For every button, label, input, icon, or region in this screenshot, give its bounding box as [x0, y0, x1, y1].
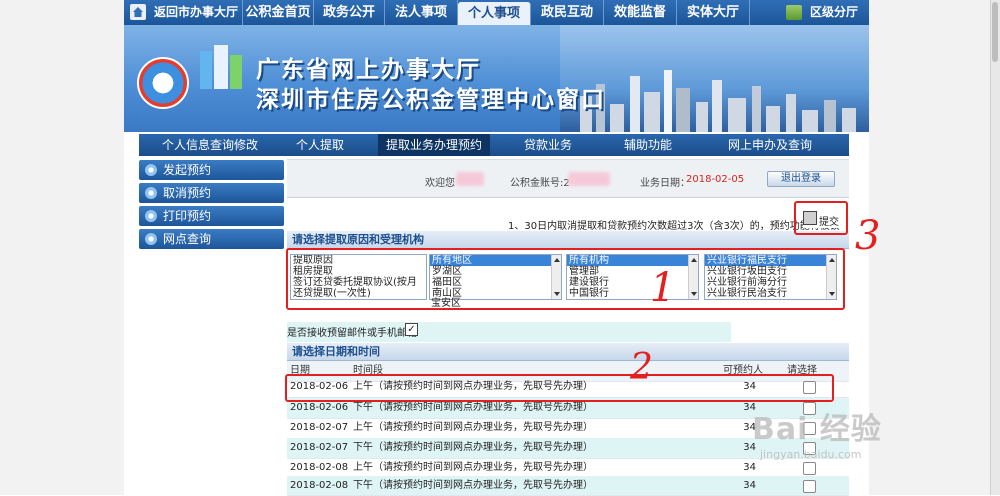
- row-period: 上午（请按预约时间到网点办理业务，先取号先办理）: [353, 462, 593, 473]
- row-date: 2018-02-07: [290, 442, 349, 453]
- subnav-personal-info[interactable]: 个人信息查询修改: [150, 134, 270, 156]
- subnav-online-application[interactable]: 网上申办及查询: [714, 134, 826, 156]
- redacted-name: [456, 172, 484, 186]
- topnav-physical-hall[interactable]: 实体大厅: [677, 0, 750, 25]
- topnav-corporate-matters[interactable]: 法人事项: [385, 0, 458, 25]
- bullet-icon: [145, 187, 157, 199]
- email-option-checkbox[interactable]: ✓: [405, 323, 418, 336]
- business-date-label: 业务日期：: [640, 178, 690, 189]
- subnav-loan-business[interactable]: 贷款业务: [510, 134, 586, 156]
- annotation-number-2: 2: [630, 347, 653, 388]
- topnav-fund-home[interactable]: 公积金首页: [243, 0, 314, 25]
- baidu-jingyan-watermark: Bai 经验 jingyan.baidu.com: [752, 404, 952, 464]
- subnav-personal-withdrawal[interactable]: 个人提取: [280, 134, 360, 156]
- left-gutter: [0, 0, 124, 495]
- row-date: 2018-02-08: [290, 480, 349, 491]
- topnav-public-affairs[interactable]: 政务公开: [314, 0, 385, 25]
- watermark-url: jingyan.baidu.com: [760, 448, 862, 461]
- business-date: 2018-02-05: [686, 174, 745, 185]
- subnav-auxiliary[interactable]: 辅助功能: [608, 134, 688, 156]
- annotation-number-1: 1: [650, 265, 676, 311]
- reason-section-title: 请选择提取原因和受理机构: [287, 231, 849, 249]
- notice-text: 1、30日内取消提取和贷款预约次数超过3次（含3次）的，预约功能将被锁: [508, 221, 840, 232]
- row-available: 34: [743, 480, 756, 491]
- topnav-supervision[interactable]: 效能监督: [604, 0, 677, 25]
- annotation-number-3: 3: [855, 213, 881, 259]
- annotation-box-step3: [794, 201, 848, 235]
- row-date: 2018-02-07: [290, 422, 349, 433]
- banner-city-image: [560, 25, 869, 132]
- divider: [287, 197, 849, 198]
- row-select-radio[interactable]: [803, 480, 816, 493]
- sidebar-item-branch-query[interactable]: 网点查询: [139, 229, 284, 249]
- email-option-label: 是否接收预留邮件或手机邮箱: [287, 328, 417, 339]
- row-period: 上午（请按预约时间到网点办理业务，先取号先办理）: [353, 422, 593, 433]
- logout-button[interactable]: 退出登录: [767, 171, 835, 187]
- row-period: 下午（请按预约时间到网点办理业务，先取号先办理）: [353, 442, 593, 453]
- bullet-icon: [145, 164, 157, 176]
- topnav-interaction[interactable]: 政民互动: [531, 0, 604, 25]
- bullet-icon: [145, 210, 157, 222]
- watermark-brand: Bai 经验: [752, 412, 882, 447]
- page-scrollbar-thumb[interactable]: [992, 2, 998, 62]
- topnav-back-to-hall[interactable]: 返回市办事大厅: [150, 0, 243, 25]
- annotation-box-step2: [285, 374, 834, 402]
- annotation-box-step1: [286, 248, 845, 310]
- home-icon[interactable]: [130, 4, 146, 20]
- account-label: 公积金账号:2: [510, 178, 570, 189]
- bullet-icon: [145, 233, 157, 245]
- row-period: 下午（请按预约时间到网点办理业务，先取号先办理）: [353, 480, 593, 491]
- banner-subtitle: 深圳市住房公积金管理中心窗口: [256, 87, 606, 113]
- gov-emblem-logo: [137, 57, 189, 109]
- row-date: 2018-02-08: [290, 462, 349, 473]
- time-section-title: 请选择日期和时间: [287, 343, 849, 361]
- district-hall-icon[interactable]: [786, 5, 802, 20]
- welcome-greeting: 欢迎您: [425, 178, 455, 189]
- page-scrollbar[interactable]: [990, 0, 1000, 495]
- sidebar-item-initiate[interactable]: 发起预约: [139, 160, 284, 180]
- sidebar-item-print[interactable]: 打印预约: [139, 206, 284, 226]
- banner-title: 广东省网上办事大厅: [256, 57, 481, 83]
- redacted-account: [568, 172, 610, 186]
- sidebar-item-cancel[interactable]: 取消预约: [139, 183, 284, 203]
- table-row[interactable]: 2018-02-08 下午（请按预约时间到网点办理业务，先取号先办理） 34: [287, 476, 849, 496]
- subnav-withdrawal-appointment[interactable]: 提取业务办理预约: [378, 134, 490, 156]
- topnav-personal-matters[interactable]: 个人事项: [458, 2, 531, 25]
- topnav-district-hall[interactable]: 区级分厅: [804, 0, 864, 25]
- fund-center-logo: [196, 45, 248, 105]
